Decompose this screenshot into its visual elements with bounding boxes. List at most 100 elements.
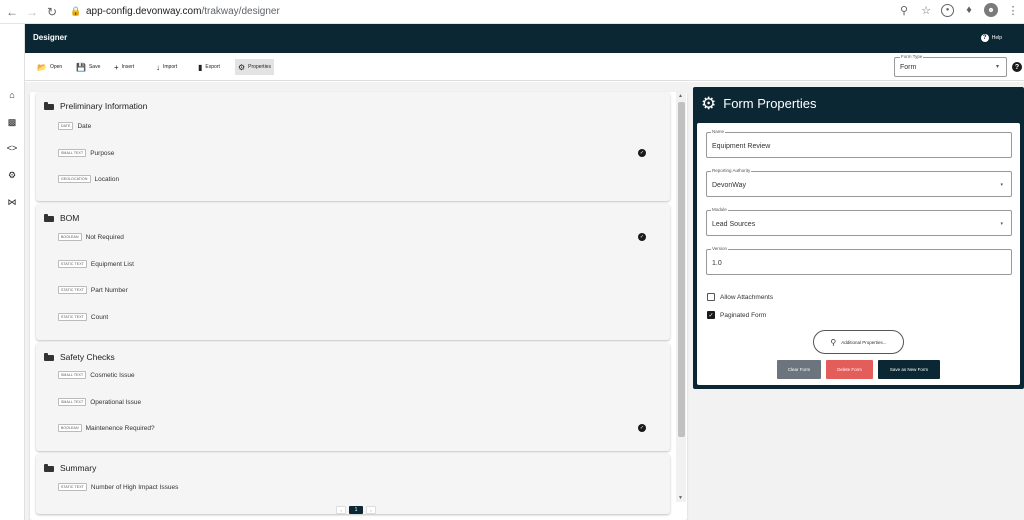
home-icon[interactable]: ⌂: [5, 88, 19, 102]
field-type-badge: GEOLOCATION: [58, 175, 91, 183]
pagination: ‹ 1 ›: [336, 506, 376, 514]
page-1-button[interactable]: 1: [349, 506, 363, 514]
allow-attachments-row[interactable]: Allow Attachments: [707, 293, 773, 301]
paginated-form-row[interactable]: ✓ Paginated Form: [707, 311, 766, 319]
check-circle-icon: ✓: [638, 149, 646, 157]
check-circle-icon: ✓: [638, 233, 646, 241]
left-nav-rail: ⌂ ▩ <> ⚙ ⋈: [0, 24, 25, 520]
module-value: Lead Sources: [712, 221, 756, 228]
field-type-badge: DATE: [58, 122, 74, 130]
field-row[interactable]: STATIC TEXT Count: [58, 313, 108, 321]
clear-form-button[interactable]: Clear Form: [777, 360, 821, 379]
form-type-help-icon[interactable]: ?: [1012, 62, 1022, 72]
zoom-icon[interactable]: ⚲: [897, 3, 911, 17]
section-header: BOM: [44, 213, 79, 223]
module-select[interactable]: Module Lead Sources ▾: [706, 207, 1012, 236]
open-button[interactable]: 📂 Open: [34, 59, 65, 75]
field-label: Part Number: [90, 286, 128, 294]
additional-properties-button[interactable]: ⚲ Additional Properties...: [813, 330, 904, 354]
paginated-form-checkbox[interactable]: ✓: [707, 311, 715, 319]
export-button[interactable]: ▮ Export: [195, 59, 223, 75]
address-bar[interactable]: 🔒 app-config.devonway.com/trakway/design…: [70, 3, 280, 21]
back-arrow-icon[interactable]: ←: [4, 4, 20, 20]
reporting-authority-select[interactable]: Reporting Authority DevonWay ▾: [706, 168, 1012, 197]
extension-icon[interactable]: ●: [941, 3, 954, 17]
file-icon: ▮: [198, 62, 203, 72]
field-row[interactable]: DATE Date: [58, 122, 91, 130]
version-field[interactable]: Version 1.0: [706, 246, 1012, 275]
save-label: Save: [88, 64, 101, 70]
field-row[interactable]: BOOLEAN Maintenence Required?: [58, 424, 155, 432]
form-type-value: Form: [900, 64, 917, 71]
form-type-select[interactable]: Form Type Form ▾: [894, 54, 1007, 77]
section-title: BOM: [60, 213, 80, 223]
scroll-down-icon[interactable]: ▼: [678, 495, 683, 501]
field-label: Operational Issue: [90, 398, 142, 406]
properties-label: Properties: [248, 64, 271, 70]
field-row[interactable]: STATIC TEXT Equipment List: [58, 260, 134, 268]
field-row[interactable]: SMALL TEXT Operational Issue: [58, 398, 141, 406]
designer-scrollbar[interactable]: ▲ ▼: [676, 92, 686, 502]
more-vert-icon[interactable]: ⋮: [1006, 3, 1020, 17]
scroll-up-icon[interactable]: ▲: [678, 93, 683, 99]
import-button[interactable]: ↓ Import: [153, 59, 180, 75]
field-type-badge: SMALL TEXT: [58, 371, 87, 379]
puzzle-icon[interactable]: ♦: [962, 3, 976, 17]
forward-arrow-icon[interactable]: →: [24, 4, 40, 20]
field-label: Count: [90, 313, 109, 321]
star-icon[interactable]: ☆: [919, 3, 933, 17]
properties-button[interactable]: ⚙ Properties: [235, 59, 274, 75]
field-row[interactable]: GEOLOCATION Location: [58, 175, 119, 183]
chart-icon[interactable]: ▩: [5, 115, 19, 129]
field-label: Location: [94, 175, 120, 183]
field-row[interactable]: SMALL TEXT Cosmetic Issue: [58, 371, 135, 379]
chevron-down-icon: ▾: [1000, 221, 1003, 227]
section-title: Safety Checks: [60, 352, 115, 362]
paginated-form-label: Paginated Form: [720, 311, 767, 319]
code-icon[interactable]: <>: [5, 141, 19, 155]
lock-icon: 🔒: [70, 6, 82, 16]
url-path: /trakway/designer: [201, 6, 280, 17]
section-bom[interactable]: BOM BOOLEAN Not Required ✓ STATIC TEXT E…: [36, 204, 670, 340]
field-type-badge: STATIC TEXT: [58, 313, 87, 321]
browser-toolbar: ← → ↻ 🔒 app-config.devonway.com/trakway/…: [0, 0, 1024, 24]
field-row[interactable]: SMALL TEXT Purpose: [58, 149, 114, 157]
scroll-thumb[interactable]: [678, 102, 685, 437]
field-type-badge: STATIC TEXT: [58, 260, 87, 268]
section-summary[interactable]: Summary STATIC TEXT Number of High Impac…: [36, 454, 670, 514]
field-row[interactable]: STATIC TEXT Number of High Impact Issues: [58, 483, 178, 491]
section-title: Summary: [60, 463, 97, 473]
field-label: Maintenence Required?: [85, 424, 155, 432]
section-safety-checks[interactable]: Safety Checks SMALL TEXT Cosmetic Issue …: [36, 343, 670, 451]
reload-icon[interactable]: ↻: [44, 4, 60, 20]
field-type-badge: BOOLEAN: [58, 424, 82, 432]
section-header: Summary: [44, 463, 96, 473]
profile-avatar[interactable]: ☻: [984, 3, 998, 17]
field-row[interactable]: BOOLEAN Not Required: [58, 233, 124, 241]
field-row[interactable]: STATIC TEXT Part Number: [58, 286, 128, 294]
save-as-new-form-button[interactable]: Save as New Form: [878, 360, 940, 379]
name-field[interactable]: Name Equipment Review: [706, 129, 1012, 158]
next-page-button[interactable]: ›: [366, 506, 376, 514]
section-preliminary-information[interactable]: Preliminary Information DATE Date SMALL …: [36, 92, 670, 201]
help-label: Help: [991, 35, 1002, 41]
folder-icon: [44, 464, 54, 472]
props-body: Name Equipment Review Reporting Authorit…: [697, 123, 1020, 385]
network-icon[interactable]: ⋈: [5, 195, 19, 209]
plus-icon: +: [114, 62, 119, 72]
save-button[interactable]: 💾 Save: [73, 59, 103, 75]
check-circle-icon: ✓: [638, 424, 646, 432]
gear-icon[interactable]: ⚙: [5, 168, 19, 182]
insert-button[interactable]: + Insert: [111, 59, 137, 75]
prev-page-button[interactable]: ‹: [336, 506, 346, 514]
field-type-badge: SMALL TEXT: [58, 149, 87, 157]
help-button[interactable]: ? Help: [980, 34, 1002, 42]
form-type-label: Form Type: [900, 54, 924, 59]
delete-form-button[interactable]: Delete Form: [826, 360, 873, 379]
allow-attachments-label: Allow Attachments: [720, 293, 774, 301]
allow-attachments-checkbox[interactable]: [707, 293, 715, 301]
url-text: app-config.devonway.com/trakway/designer: [86, 6, 280, 17]
authority-label: Reporting Authority: [711, 168, 752, 173]
props-title: Form Properties: [723, 96, 817, 111]
export-label: Export: [205, 64, 220, 70]
